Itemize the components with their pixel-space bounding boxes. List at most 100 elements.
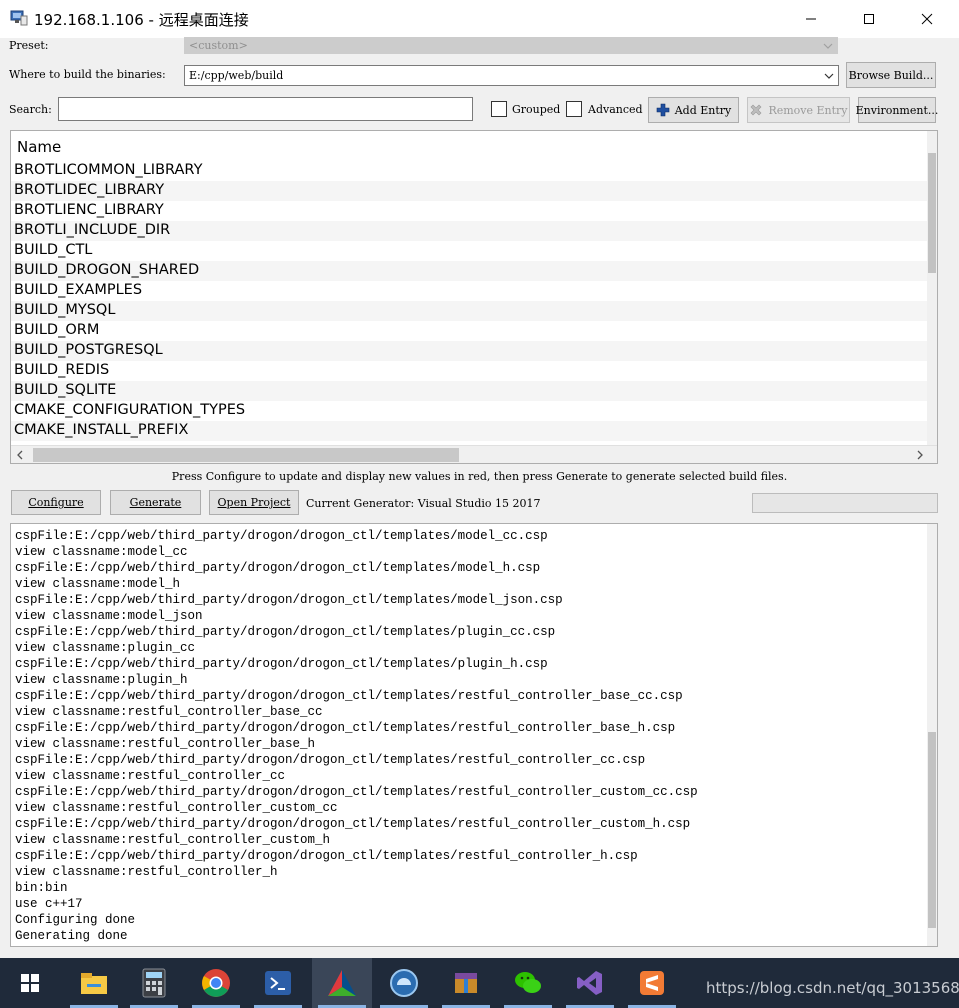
chevron-down-icon <box>823 43 833 49</box>
log-line: view classname:model_json <box>15 609 203 623</box>
log-line: cspFile:E:/cpp/web/third_party/drogon/dr… <box>15 753 646 767</box>
preset-combo: <custom> <box>184 37 838 54</box>
log-line: bin:bin <box>15 881 68 895</box>
browse-build-button[interactable]: Browse Build... <box>846 62 936 88</box>
window-title: 192.168.1.106 - 远程桌面连接 <box>34 11 249 29</box>
calculator-icon[interactable] <box>124 958 184 1008</box>
log-line: Configuring done <box>15 913 136 927</box>
chevron-left-icon[interactable] <box>15 450 25 460</box>
grouped-checkbox[interactable] <box>491 101 507 117</box>
maximize-button[interactable] <box>846 0 892 38</box>
environment-button[interactable]: Environment... <box>856 97 938 123</box>
log-line: view classname:plugin_cc <box>15 641 196 655</box>
chevron-down-icon[interactable] <box>824 71 834 81</box>
table-row[interactable]: BROTLICOMMON_LIBRARY <box>11 161 928 181</box>
preset-value: <custom> <box>189 39 248 52</box>
table-row[interactable]: BUILD_EXAMPLES <box>11 281 928 301</box>
title-bar: 192.168.1.106 - 远程桌面连接 <box>0 0 959 38</box>
search-label: Search: <box>9 103 52 116</box>
row-name: BUILD_EXAMPLES <box>14 282 143 298</box>
remove-entry-label: Remove Entry <box>768 103 848 117</box>
log-vertical-scrollbar[interactable] <box>927 524 937 946</box>
add-entry-label: Add Entry <box>674 103 732 117</box>
scrollbar-thumb[interactable] <box>928 732 936 928</box>
close-button[interactable] <box>904 0 950 38</box>
cmake-icon[interactable] <box>312 958 372 1008</box>
open-project-button[interactable]: Open Project <box>209 490 299 515</box>
configure-button[interactable]: Configure <box>11 490 101 515</box>
table-row[interactable]: CMAKE_INSTALL_PREFIX <box>11 421 928 441</box>
log-line: view classname:plugin_h <box>15 673 188 687</box>
table-row[interactable]: BUILD_REDIS <box>11 361 928 381</box>
file-explorer-icon[interactable] <box>64 958 124 1008</box>
log-line: view classname:restful_controller_h <box>15 865 278 879</box>
visual-studio-icon[interactable] <box>560 958 620 1008</box>
log-line: cspFile:E:/cpp/web/third_party/drogon/dr… <box>15 657 548 671</box>
log-line: view classname:restful_controller_custom… <box>15 801 338 815</box>
table-row[interactable]: BUILD_MYSQL <box>11 301 928 321</box>
log-line: cspFile:E:/cpp/web/third_party/drogon/dr… <box>15 785 698 799</box>
powershell-icon[interactable] <box>248 958 308 1008</box>
sublime-icon[interactable] <box>622 958 682 1008</box>
row-name: BROTLIENC_LIBRARY <box>14 202 164 218</box>
row-name: BROTLICOMMON_LIBRARY <box>14 162 203 178</box>
table-row[interactable]: BUILD_POSTGRESQL <box>11 341 928 361</box>
table-row[interactable]: BUILD_DROGON_SHARED <box>11 261 928 281</box>
remove-entry-button[interactable]: Remove Entry <box>747 97 850 123</box>
table-row[interactable]: BUILD_SQLITE <box>11 381 928 401</box>
table-horizontal-scrollbar[interactable] <box>11 445 937 463</box>
table-vertical-scrollbar[interactable] <box>927 131 937 447</box>
windows-start-icon[interactable] <box>0 958 60 1008</box>
row-name: BUILD_DROGON_SHARED <box>14 262 200 278</box>
generate-label: Generate <box>129 496 182 509</box>
scrollbar-thumb[interactable] <box>928 153 936 273</box>
row-name: BUILD_SQLITE <box>14 382 117 398</box>
log-line: view classname:model_cc <box>15 545 188 559</box>
table-row[interactable]: BROTLIDEC_LIBRARY <box>11 181 928 201</box>
configure-label: Configure <box>28 496 84 509</box>
remote-desktop-icon[interactable] <box>374 958 434 1008</box>
advanced-checkbox[interactable] <box>566 101 582 117</box>
row-name: BUILD_ORM <box>14 322 100 338</box>
output-log[interactable]: cspFile:E:/cpp/web/third_party/drogon/dr… <box>10 523 938 947</box>
taskbar: https://blog.csdn.net/qq_30135687 <box>0 958 959 1008</box>
table-row[interactable]: BROTLI_INCLUDE_DIR <box>11 221 928 241</box>
log-line: cspFile:E:/cpp/web/third_party/drogon/dr… <box>15 561 541 575</box>
log-line: use c++17 <box>15 897 83 911</box>
search-input[interactable] <box>58 97 473 121</box>
log-line: cspFile:E:/cpp/web/third_party/drogon/dr… <box>15 625 556 639</box>
cache-variables-table[interactable]: Name BROTLICOMMON_LIBRARY BROTLIDEC_LIBR… <box>10 130 938 464</box>
add-entry-button[interactable]: Add Entry <box>648 97 739 123</box>
log-line: cspFile:E:/cpp/web/third_party/drogon/dr… <box>15 817 691 831</box>
scrollbar-thumb[interactable] <box>33 448 459 462</box>
log-line: view classname:restful_controller_base_h <box>15 737 316 751</box>
table-row[interactable]: BROTLIENC_LIBRARY <box>11 201 928 221</box>
build-dir-combo[interactable]: E:/cpp/web/build <box>184 65 839 86</box>
advanced-label: Advanced <box>588 103 643 116</box>
generate-button[interactable]: Generate <box>110 490 201 515</box>
log-line: view classname:model_h <box>15 577 181 591</box>
progress-bar <box>752 493 938 513</box>
table-header-name[interactable]: Name <box>17 138 61 156</box>
row-name: BUILD_REDIS <box>14 362 110 378</box>
chrome-icon[interactable] <box>186 958 246 1008</box>
log-line: Generating done <box>15 929 128 943</box>
grouped-label: Grouped <box>512 103 561 116</box>
log-line: cspFile:E:/cpp/web/third_party/drogon/dr… <box>15 529 548 543</box>
watermark-text: https://blog.csdn.net/qq_30135687 <box>706 979 959 997</box>
row-name: BROTLI_INCLUDE_DIR <box>14 222 171 238</box>
log-line: view classname:restful_controller_base_c… <box>15 705 323 719</box>
chevron-right-icon[interactable] <box>915 450 925 460</box>
row-name: BUILD_CTL <box>14 242 93 258</box>
wechat-icon[interactable] <box>498 958 558 1008</box>
row-name: CMAKE_CONFIGURATION_TYPES <box>14 402 246 418</box>
archive-icon[interactable] <box>436 958 496 1008</box>
table-row[interactable]: CMAKE_CONFIGURATION_TYPES <box>11 401 928 421</box>
row-name: BUILD_MYSQL <box>14 302 116 318</box>
minimize-button[interactable] <box>788 0 834 38</box>
table-row[interactable]: BUILD_ORM <box>11 321 928 341</box>
info-text: Press Configure to update and display ne… <box>171 470 788 483</box>
build-dir-label: Where to build the binaries: <box>9 68 166 81</box>
open-project-label: Open Project <box>217 496 291 509</box>
table-row[interactable]: BUILD_CTL <box>11 241 928 261</box>
